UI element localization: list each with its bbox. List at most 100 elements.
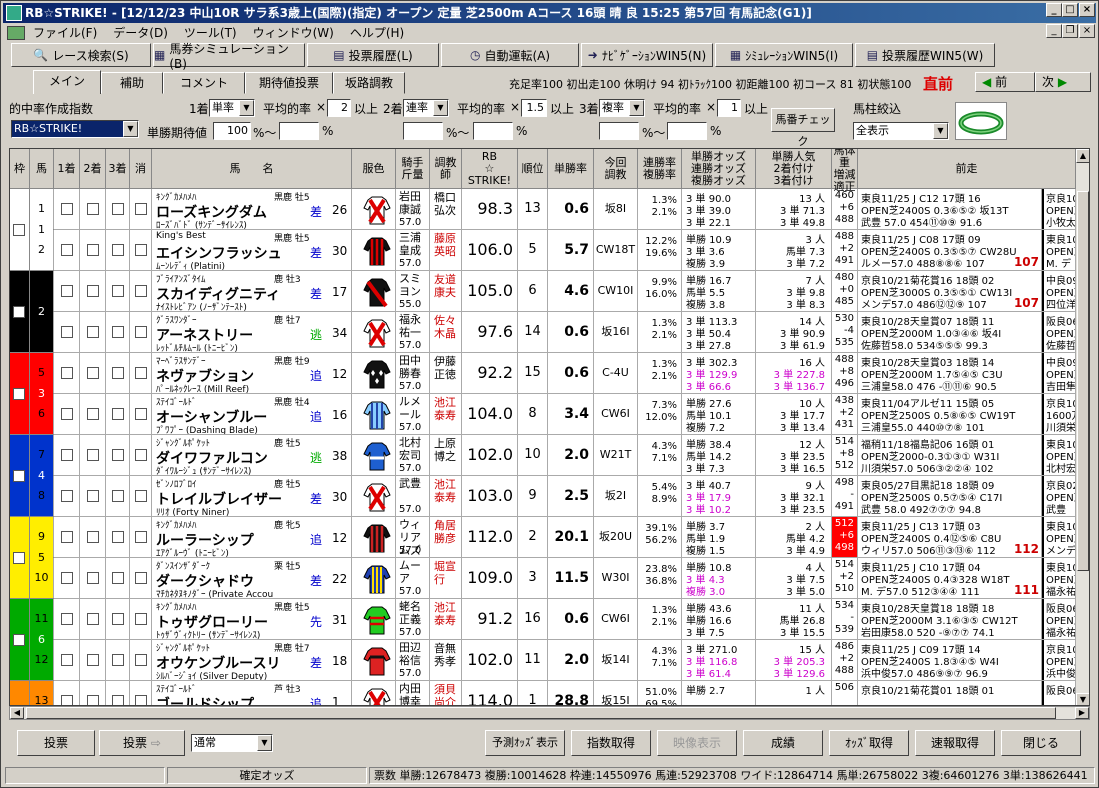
table-row[interactable]: 13ｽﾃｲｺﾞｰﾙﾄﾞ芦 牡3ゴールドシップ追1内田博幸55.0須貝尚介114.… <box>35 681 1076 705</box>
mark-checkbox[interactable] <box>61 490 73 502</box>
column-header[interactable]: 単勝率 <box>548 149 594 189</box>
column-header[interactable]: 騎手 斤量 <box>396 149 430 189</box>
column-header[interactable]: 調教 師 <box>430 149 462 189</box>
mark-checkbox[interactable] <box>135 244 147 256</box>
mark-checkbox[interactable] <box>135 449 147 461</box>
mark-checkbox[interactable] <box>135 654 147 666</box>
horse-name[interactable]: ゴールドシップ <box>156 694 254 705</box>
ren-min-input[interactable] <box>403 122 443 140</box>
next-race-button[interactable]: 次 ▶ <box>1035 72 1091 92</box>
second-multiplier-input[interactable]: 1.5 <box>521 99 547 117</box>
tab-comment[interactable]: コメント <box>163 72 245 94</box>
mark-checkbox[interactable] <box>112 613 124 625</box>
fuku-max-input[interactable] <box>667 122 707 140</box>
mark-checkbox[interactable] <box>61 531 73 543</box>
maximize-button[interactable]: □ <box>1062 3 1078 17</box>
mark-checkbox[interactable] <box>135 695 147 705</box>
mark-checkbox[interactable] <box>87 326 99 338</box>
predicted-odds-button[interactable]: 予測ｵｯｽﾞ表示 <box>485 730 565 756</box>
menu-file[interactable]: ファイル(F) <box>25 24 105 41</box>
race-search-button[interactable]: 🔍 レース検索(S) <box>11 43 151 67</box>
table-row[interactable]: 5 ﾏｰﾍﾞﾗｽｻﾝﾃﾞｰ 黒鹿 牡9 ネヴァブション ﾊﾟｰﾙﾈｯｸﾚｰｽ (Mill… <box>38 353 1076 394</box>
simulation-win5-button[interactable]: ▦ ｼﾐｭﾚｰｼｮﾝWIN5(I) <box>715 43 853 67</box>
menu-help[interactable]: ヘルプ(H) <box>342 24 412 41</box>
vote-history-button[interactable]: ▤ 投票履歴(L) <box>307 43 439 67</box>
third-type-select[interactable]: 複率 ▼ <box>599 99 645 117</box>
mdi-restore-button[interactable]: ❐ <box>1062 24 1078 38</box>
mark-checkbox[interactable] <box>87 408 99 420</box>
mark-checkbox[interactable] <box>87 490 99 502</box>
mark-checkbox[interactable] <box>135 408 147 420</box>
get-odds-button[interactable]: ｵｯｽﾞ取得 <box>829 730 909 756</box>
mark-checkbox[interactable] <box>135 326 147 338</box>
column-header[interactable]: 前走 <box>858 149 1076 189</box>
mark-checkbox[interactable] <box>112 531 124 543</box>
column-header[interactable]: 今回 調教 <box>594 149 638 189</box>
column-header[interactable]: RB ☆ STRIKE! <box>462 149 518 189</box>
third-multiplier-input[interactable]: 1 <box>717 99 741 117</box>
column-header[interactable]: 馬体重 増減 適正 <box>832 149 858 192</box>
vote-arrow-button[interactable]: 投票 ⇨ <box>99 730 185 756</box>
mark-checkbox[interactable] <box>112 654 124 666</box>
mark-checkbox[interactable] <box>87 654 99 666</box>
mark-checkbox[interactable] <box>87 572 99 584</box>
mark-checkbox[interactable] <box>87 449 99 461</box>
show-video-button[interactable]: 映像表示 <box>657 730 737 756</box>
mark-checkbox[interactable] <box>112 695 124 705</box>
table-row[interactable]: 1 ｷﾝｸﾞｶﾒﾊﾒﾊ 黒鹿 牡5 ローズキングダム ﾛｰｽﾞﾊﾞﾄﾞ (ｻﾝﾃﾞｰｻｲ… <box>38 189 1076 230</box>
mark-checkbox[interactable] <box>112 449 124 461</box>
waku-checkbox[interactable] <box>13 634 25 646</box>
column-header[interactable]: 2着 <box>80 149 106 189</box>
mark-checkbox[interactable] <box>135 531 147 543</box>
close-button[interactable]: × <box>1079 3 1095 17</box>
table-row[interactable]: 6 ｽﾃｲｺﾞｰﾙﾄﾞ 黒鹿 牡4 オーシャンブルー ﾌﾟﾜﾌﾟｰ (Dashing B… <box>38 394 1076 435</box>
column-header[interactable]: 単勝オッズ 連勝オッズ 複勝オッズ <box>682 149 756 189</box>
waku-checkbox[interactable] <box>13 388 25 400</box>
column-header[interactable]: 服色 <box>352 149 396 189</box>
mark-checkbox[interactable] <box>87 244 99 256</box>
get-index-button[interactable]: 指数取得 <box>571 730 651 756</box>
mark-checkbox[interactable] <box>87 367 99 379</box>
table-row[interactable]: 9 ｷﾝｸﾞｶﾒﾊﾒﾊ鹿 牝5 ルーラーシップ ｴｱｸﾞﾙｰｳﾞ (ﾄﾆｰﾋﾞﾝ) 追 1… <box>38 517 1076 558</box>
menu-tools[interactable]: ツール(T) <box>176 24 245 41</box>
scroll-down-icon[interactable]: ▼ <box>1076 693 1089 705</box>
mark-checkbox[interactable] <box>135 285 147 297</box>
scroll-thumb[interactable] <box>1077 191 1089 571</box>
mark-checkbox[interactable] <box>135 367 147 379</box>
get-flash-button[interactable]: 速報取得 <box>915 730 995 756</box>
column-header[interactable]: 馬 <box>30 149 54 189</box>
auto-run-button[interactable]: ◷ 自動運転(A) <box>441 43 579 67</box>
mdi-minimize-button[interactable]: _ <box>1046 24 1062 38</box>
mark-checkbox[interactable] <box>61 613 73 625</box>
mark-checkbox[interactable] <box>61 408 73 420</box>
index-select[interactable]: RB☆STRIKE! ▼ <box>11 120 139 138</box>
mark-checkbox[interactable] <box>61 572 73 584</box>
mark-checkbox[interactable] <box>87 203 99 215</box>
second-type-select[interactable]: 連率 ▼ <box>403 99 449 117</box>
tab-main[interactable]: メイン <box>33 70 101 94</box>
mark-checkbox[interactable] <box>135 613 147 625</box>
column-header[interactable]: 順位 <box>518 149 548 189</box>
table-row[interactable]: 10 ﾀﾞﾝｽｲﾝｻﾞﾀﾞｰｸ栗 牡5 ダークシャドウ ﾏﾁｶﾈﾀﾇｷﾉﾀﾞｰ (Pr… <box>35 558 1076 599</box>
horse-number-check-button[interactable]: 馬番チェック <box>771 108 835 148</box>
mdi-close-button[interactable]: × <box>1079 24 1095 38</box>
tab-hill-training[interactable]: 坂路調教 <box>333 72 405 94</box>
vote-history-win5-button[interactable]: ▤ 投票履歴WIN5(W) <box>855 43 995 67</box>
column-header[interactable]: 3着 <box>106 149 130 189</box>
vertical-scrollbar[interactable]: ▲ ▼ <box>1076 149 1089 705</box>
mark-checkbox[interactable] <box>87 695 99 705</box>
mark-checkbox[interactable] <box>112 244 124 256</box>
expected-min-input[interactable]: 100 <box>213 122 251 140</box>
mark-checkbox[interactable] <box>61 695 73 705</box>
mark-checkbox[interactable] <box>135 203 147 215</box>
vote-mode-select[interactable]: 通常 ▼ <box>191 734 273 752</box>
mark-checkbox[interactable] <box>112 490 124 502</box>
mark-checkbox[interactable] <box>135 490 147 502</box>
first-multiplier-input[interactable]: 2 <box>327 99 351 117</box>
fuku-min-input[interactable] <box>599 122 639 140</box>
table-row[interactable]: 2 King's Best 黒鹿 牡5 エイシンフラッシュ ﾑｰﾝﾚﾃﾞｨ (Plati… <box>38 230 1076 271</box>
mark-checkbox[interactable] <box>112 408 124 420</box>
waku-checkbox[interactable] <box>13 306 25 318</box>
table-row[interactable]: 12 ｼﾞｬﾝｸﾞﾙﾎﾟｹｯﾄ 黒鹿 牡7 オウケンブルースリ ｼﾙﾊﾞｰｼﾞｮｲ (S… <box>35 640 1076 681</box>
mark-checkbox[interactable] <box>112 367 124 379</box>
